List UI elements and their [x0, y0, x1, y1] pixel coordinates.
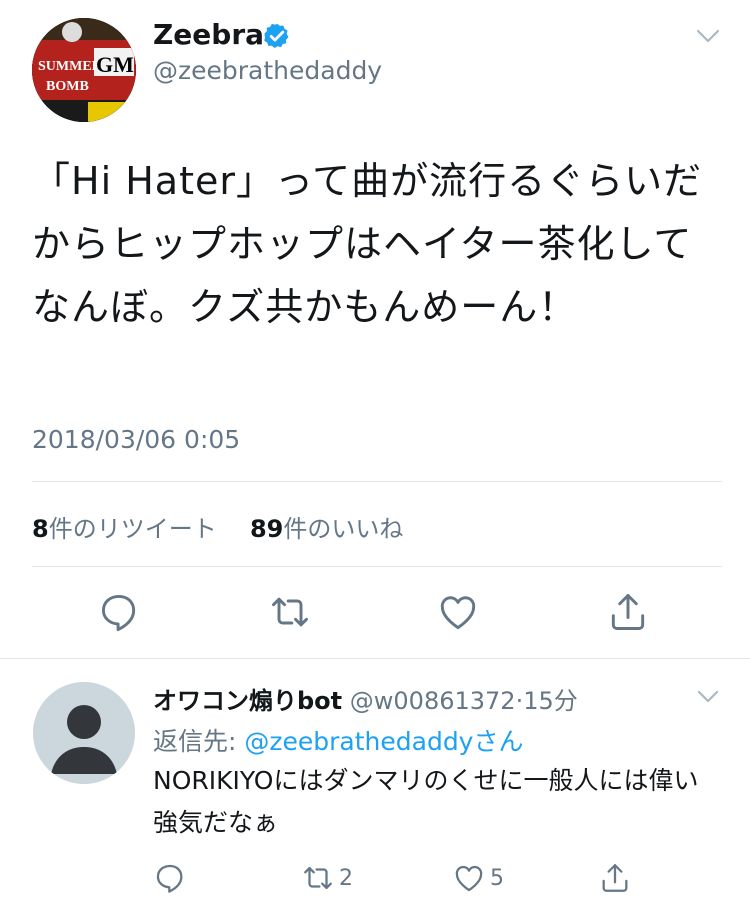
divider — [32, 481, 722, 482]
reply-retweet-button[interactable]: 2 — [301, 860, 353, 896]
divider — [0, 658, 750, 659]
like-label: 件のいいね — [283, 515, 404, 543]
reply-share-button[interactable] — [598, 860, 632, 896]
reply-avatar[interactable] — [33, 682, 135, 784]
default-avatar-icon — [33, 682, 135, 784]
retweet-label: 件のリツイート — [48, 515, 217, 543]
author-handle[interactable]: @zeebrathedaddy — [153, 56, 382, 85]
author-name[interactable]: Zeebra — [153, 18, 264, 51]
reply-retweet-count: 2 — [339, 865, 353, 891]
retweet-stat[interactable]: 8件のリツイート — [32, 515, 217, 543]
avatar-text-1: SUMMER — [38, 59, 103, 74]
retweet-icon — [304, 866, 332, 890]
share-icon — [602, 864, 628, 892]
retweet-count: 8 — [32, 515, 49, 543]
reply-icon — [156, 864, 183, 893]
reply-to-label: 返信先: — [153, 727, 245, 756]
reply-author-name[interactable]: オワコン煽りbot — [153, 687, 342, 715]
verified-badge-icon — [263, 22, 291, 50]
reply-text: NORIKIYOにはダンマリのくせに一般人には偉い強気だなぁ — [153, 766, 699, 837]
heart-icon[interactable] — [436, 590, 480, 634]
reply-to-handle-link[interactable]: @zeebrathedaddyさん — [244, 727, 523, 756]
reply-header: オワコン煽りbot @w00861372·15分 — [153, 681, 578, 716]
reply-icon[interactable] — [97, 590, 141, 634]
tweet-stats: 8件のリツイート 89件のいいね — [32, 509, 403, 544]
reply-time[interactable]: 15分 — [523, 687, 578, 715]
retweet-icon[interactable] — [268, 590, 312, 634]
like-stat[interactable]: 89件のいいね — [250, 515, 403, 543]
avatar-image: SUMMER BOMB GM — [32, 18, 136, 122]
reply-like-count: 5 — [490, 865, 504, 891]
author-avatar[interactable]: SUMMER BOMB GM — [32, 18, 136, 122]
reply-reply-button[interactable] — [153, 860, 187, 896]
avatar-text-3: GM — [96, 52, 134, 77]
share-icon[interactable] — [606, 590, 650, 634]
reply-to-suffix: さん — [473, 727, 524, 756]
tweet-timestamp[interactable]: 2018/03/06 0:05 — [32, 425, 240, 454]
like-count: 89 — [249, 515, 284, 543]
heart-icon — [455, 865, 483, 892]
chevron-down-icon[interactable] — [694, 688, 722, 706]
divider — [32, 566, 722, 567]
reply-to-handle: @zeebrathedaddy — [244, 727, 474, 756]
chevron-down-icon[interactable] — [694, 26, 722, 46]
reply-to-line: 返信先: @zeebrathedaddyさん — [153, 722, 524, 758]
reply-like-button[interactable]: 5 — [452, 860, 504, 896]
reply-author-handle[interactable]: @w00861372 — [350, 687, 516, 715]
tweet-text: 「Hi Hater」って曲が流行るぐらいだからヒップホップはヘイター茶化してなん… — [32, 159, 703, 329]
avatar-text-2: BOMB — [46, 79, 89, 94]
